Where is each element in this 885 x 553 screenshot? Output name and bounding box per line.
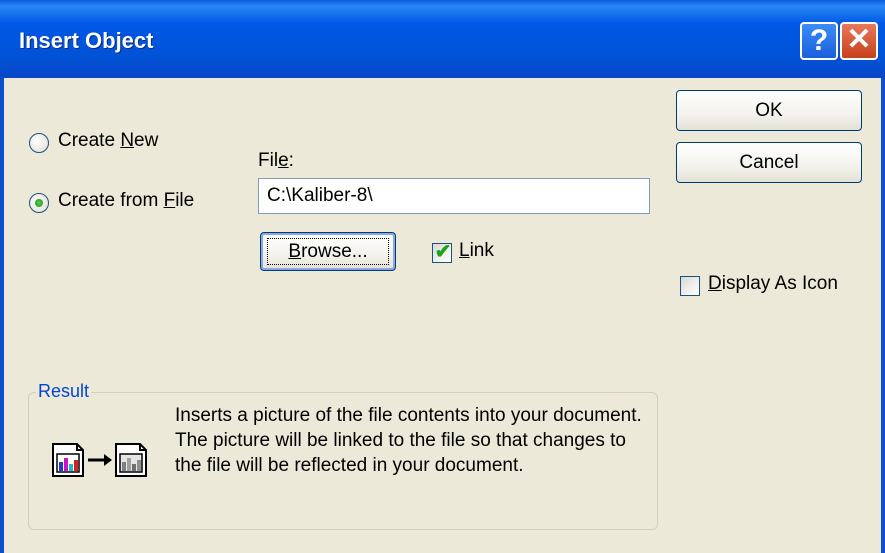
link-accel: L [459,240,470,261]
create-from-file-label[interactable]: Create from File [58,190,194,212]
browse-button[interactable]: Browse... [260,232,396,271]
window-border-left [0,78,4,553]
checkmark-icon: ✔ [434,241,452,263]
create-new-label[interactable]: Create New [58,130,158,152]
file-label-prefix: Fil [258,150,279,171]
file-label: File: [258,150,294,172]
display-as-icon-label-rest: isplay As Icon [721,273,838,294]
focus-ring [267,238,389,265]
close-icon[interactable]: ✕ [840,22,878,60]
display-as-icon-accel: D [708,273,722,294]
create-from-file-label-suffix: ile [175,190,195,211]
result-group-title: Result [36,381,92,402]
title-bar[interactable]: Insert Object ? ✕ [0,0,885,78]
insert-object-dialog: Insert Object ? ✕ Create New Create from… [0,0,885,553]
create-from-file-label-prefix: Create from [58,190,164,211]
radio-selected-dot [35,199,43,207]
link-label-rest: ink [469,240,494,261]
create-new-accel: N [120,130,135,151]
create-new-label-prefix: Create [58,130,121,151]
linked-picture-icon [52,443,147,477]
display-as-icon-label[interactable]: Display As Icon [708,273,838,295]
ok-button[interactable]: OK [676,90,862,131]
create-new-radio[interactable] [29,133,49,153]
window-border-right [881,78,885,553]
link-label[interactable]: Link [459,240,494,262]
file-label-accel: e [278,150,289,171]
cancel-button[interactable]: Cancel [676,142,862,183]
create-from-file-radio[interactable] [29,193,49,213]
create-new-label-suffix: ew [134,130,159,151]
dialog-title: Insert Object [19,28,154,53]
result-description: Inserts a picture of the file contents i… [175,405,642,476]
create-from-file-accel: F [163,190,176,211]
file-label-suffix: : [288,150,294,171]
display-as-icon-checkbox[interactable] [680,276,700,296]
file-path-input[interactable]: C:\Kaliber-8\ [258,178,650,214]
help-icon[interactable]: ? [800,22,838,60]
link-checkbox[interactable]: ✔ [432,241,452,263]
